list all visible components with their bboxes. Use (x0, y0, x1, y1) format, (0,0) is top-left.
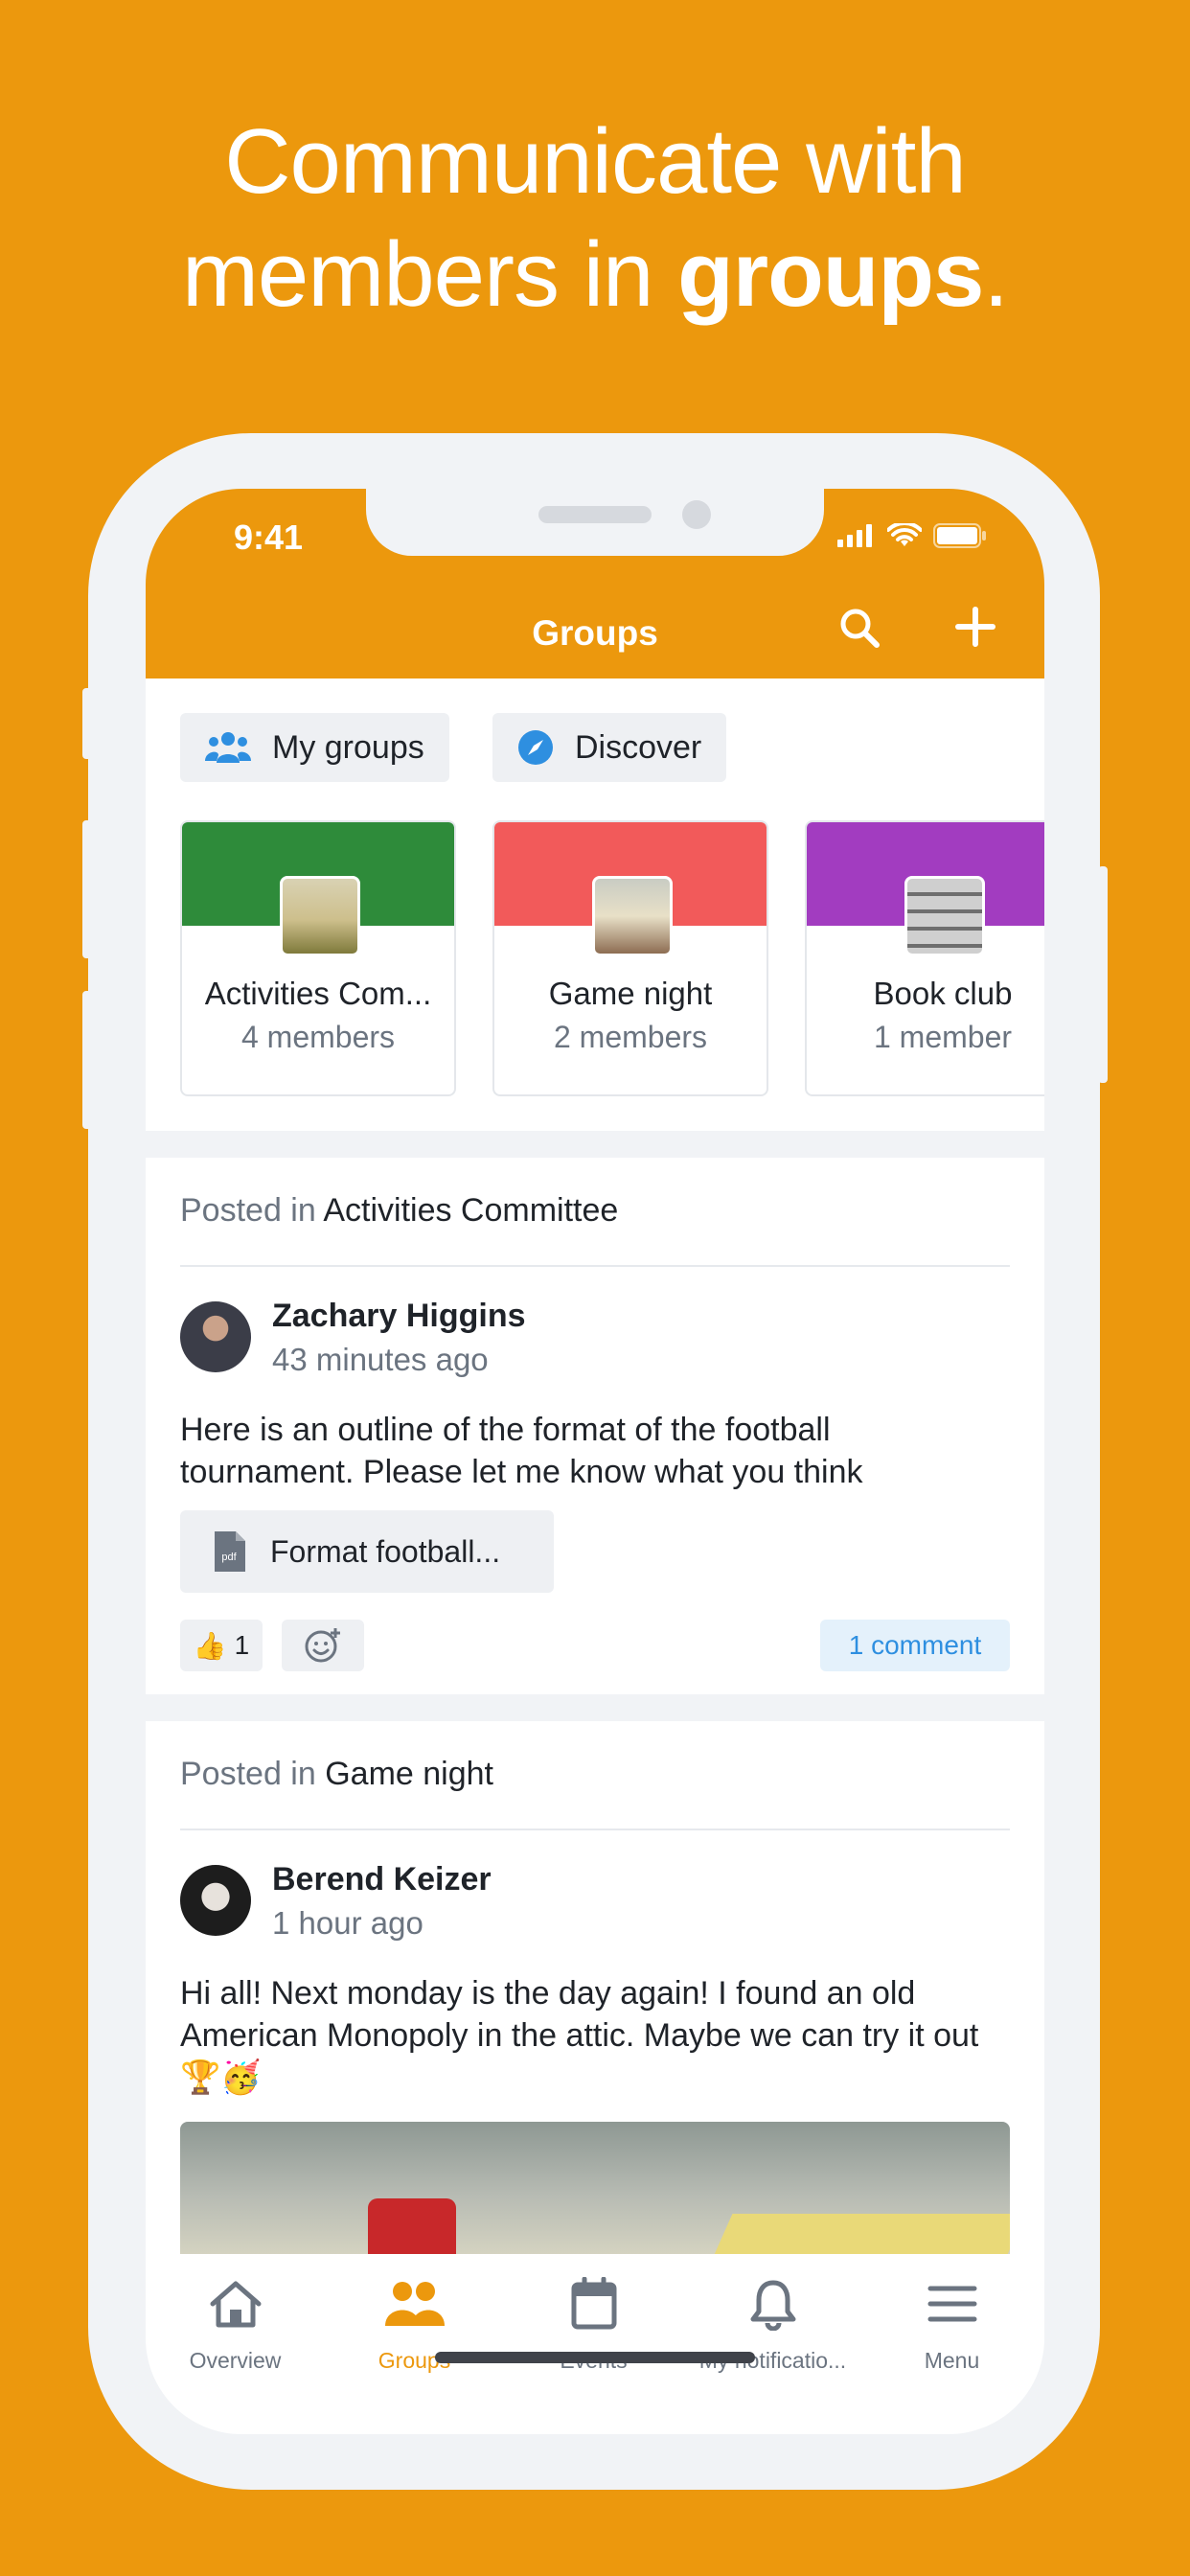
post-text: Hi all! Next monday is the day again! I … (180, 1975, 979, 2096)
groups-panel: My groups Discover Activities Com... 4 m… (146, 678, 1044, 1131)
post-timestamp: 43 minutes ago (272, 1342, 489, 1377)
battery-icon (933, 523, 986, 548)
headline-line-2: members in groups. (0, 218, 1190, 332)
svg-text:pdf: pdf (221, 1552, 237, 1563)
add-emoji-icon (305, 1628, 340, 1663)
pdf-file-icon: pdf (215, 1531, 245, 1572)
group-name: Book club (873, 976, 1013, 1011)
group-member-count: 4 members (240, 1020, 396, 1054)
group-name: Game night (548, 976, 713, 1011)
page-title: Groups (532, 613, 658, 653)
discover-button[interactable]: Discover (492, 713, 727, 782)
headline: Communicate with members in groups. (0, 105, 1190, 332)
signal-icon (837, 524, 872, 547)
status-time: 9:41 (234, 518, 304, 557)
wifi-icon (887, 523, 922, 546)
app-header: 9:41 Groups (146, 489, 1044, 678)
reaction-count: 1 (234, 1630, 250, 1660)
home-icon (210, 2281, 261, 2328)
avatar[interactable] (180, 1301, 251, 1372)
status-icons (837, 523, 987, 548)
attachment-name: Format football... (270, 1533, 501, 1569)
thumbs-up-icon: 👍 (193, 1630, 227, 1661)
my-groups-button[interactable]: My groups (180, 713, 449, 782)
my-groups-label: My groups (272, 728, 424, 766)
avatar[interactable] (180, 1865, 251, 1936)
posted-in-group-link[interactable]: Game night (325, 1756, 493, 1792)
tab-menu[interactable]: Menu (862, 2273, 1041, 2374)
menu-icon (927, 2286, 976, 2322)
headline-line-1: Communicate with (224, 110, 967, 213)
author-name[interactable]: Zachary Higgins (272, 1298, 526, 1335)
main-content: My groups Discover Activities Com... 4 m… (146, 678, 1044, 2296)
calendar-icon (571, 2277, 616, 2330)
phone-silent-switch (82, 688, 92, 759)
headline-prefix: members in (181, 223, 678, 326)
posted-in: Posted in Activities Committee (180, 1192, 618, 1230)
reaction-like-button[interactable]: 👍 1 (180, 1620, 263, 1671)
add-reaction-button[interactable] (282, 1620, 364, 1671)
group-member-count: 2 members (553, 1020, 708, 1054)
camera (682, 500, 711, 529)
tab-menu-label: Menu (924, 2348, 980, 2373)
post-timestamp: 1 hour ago (272, 1905, 423, 1941)
search-icon[interactable] (837, 606, 881, 650)
tab-overview[interactable]: Overview (146, 2273, 325, 2374)
comments-button[interactable]: 1 comment (820, 1620, 1010, 1671)
posted-in-group-link[interactable]: Activities Committee (323, 1192, 618, 1229)
plus-icon[interactable] (954, 606, 996, 648)
posted-in: Posted in Game night (180, 1756, 493, 1793)
home-indicator[interactable] (435, 2352, 755, 2363)
phone-power-button (1098, 866, 1108, 1083)
speaker (538, 506, 652, 523)
group-thumbnail (592, 876, 673, 956)
discover-label: Discover (575, 728, 702, 766)
tab-overview-label: Overview (189, 2348, 282, 2373)
headline-bold: groups (677, 223, 984, 326)
group-name: Activities Com... (204, 976, 432, 1011)
tab-bar: Overview Groups Events My notificatio...… (146, 2254, 1044, 2434)
posted-in-label: Posted in (180, 1192, 324, 1229)
compass-icon (518, 730, 553, 765)
group-card[interactable]: Game night 2 members (492, 820, 768, 1096)
divider (180, 1265, 1010, 1267)
post-card: Posted in Activities Committee Zachary H… (146, 1158, 1044, 1694)
divider (180, 1828, 1010, 1830)
group-member-count: 1 member (873, 1020, 1013, 1054)
group-card[interactable]: Activities Com... 4 members (180, 820, 456, 1096)
group-thumbnail (904, 876, 985, 956)
post-card: Posted in Game night Berend Keizer 1 hou… (146, 1721, 1044, 2296)
author-name[interactable]: Berend Keizer (272, 1861, 492, 1898)
attachment-button[interactable]: pdf Format football... (180, 1510, 554, 1593)
bell-icon (750, 2280, 795, 2331)
notch (366, 489, 824, 556)
phone-screen: 9:41 Groups My groups Discover Activitie… (146, 489, 1044, 2434)
users-icon (205, 732, 251, 763)
phone-volume-up (82, 820, 92, 958)
groups-icon (384, 2282, 445, 2326)
phone-volume-down (82, 991, 92, 1129)
group-thumbnail (280, 876, 360, 956)
posted-in-label: Posted in (180, 1756, 326, 1792)
post-text: Here is an outline of the format of the … (180, 1412, 863, 1490)
headline-suffix: . (983, 223, 1009, 326)
group-card[interactable]: Book club 1 member (805, 820, 1044, 1096)
